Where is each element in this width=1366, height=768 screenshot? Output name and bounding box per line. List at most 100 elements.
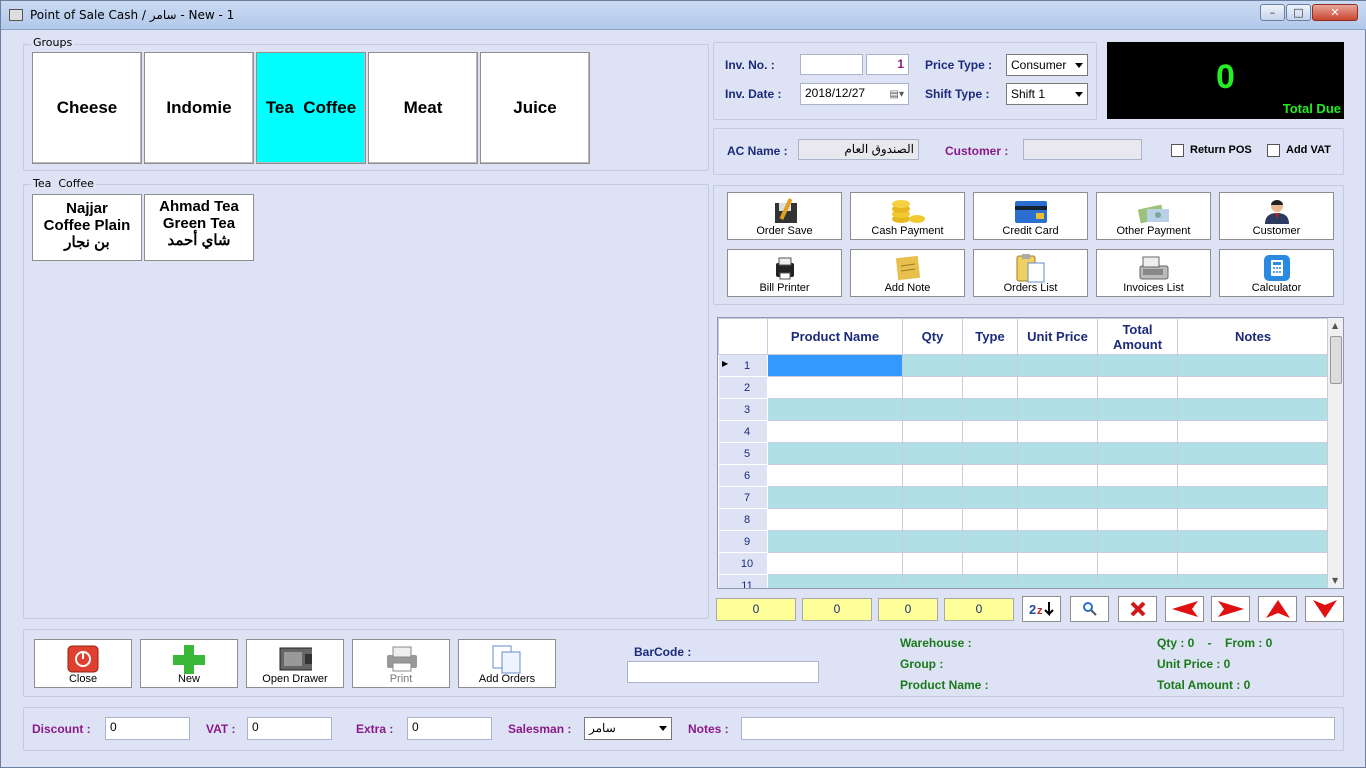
grid-cell[interactable] [767, 574, 903, 588]
column-header-unit-price[interactable]: Unit Price [1017, 318, 1098, 355]
grid-cell[interactable] [1177, 420, 1329, 443]
grid-cell[interactable] [962, 376, 1018, 399]
grid-cell[interactable] [962, 574, 1018, 588]
grid-cell[interactable] [1097, 574, 1178, 588]
credit-card-button[interactable]: Credit Card [973, 192, 1088, 240]
row-header[interactable]: 10 [718, 552, 768, 575]
grid-cell[interactable] [1177, 464, 1329, 487]
row-header[interactable]: 6 [718, 464, 768, 487]
row-header[interactable]: 4 [718, 420, 768, 443]
grid-cell[interactable] [962, 442, 1018, 465]
maximize-button[interactable]: □ [1286, 4, 1311, 21]
inv-date-picker[interactable]: 2018/12/27 ▤▾ [800, 83, 909, 105]
calendar-icon[interactable]: ▤▾ [890, 87, 904, 102]
scroll-up-icon[interactable]: ▲ [1332, 321, 1338, 330]
table-row[interactable]: 4 [718, 420, 1329, 443]
column-header-type[interactable]: Type [962, 318, 1018, 355]
grid-cell[interactable] [1097, 552, 1178, 575]
row-header[interactable]: 3 [718, 398, 768, 421]
group-button-meat[interactable]: Meat [368, 52, 478, 164]
order-save-button[interactable]: Order Save [727, 192, 842, 240]
grid-cell[interactable] [962, 508, 1018, 531]
grid-cell[interactable] [1097, 354, 1178, 377]
table-row[interactable]: 6 [718, 464, 1329, 487]
other-payment-button[interactable]: Other Payment [1096, 192, 1211, 240]
grid-cell[interactable] [1177, 508, 1329, 531]
table-row[interactable]: 9 [718, 530, 1329, 553]
grid-cell[interactable] [767, 486, 903, 509]
close-window-button[interactable]: ✕ [1312, 4, 1358, 21]
grid-cell[interactable] [1017, 420, 1098, 443]
table-row[interactable]: 2 [718, 376, 1329, 399]
delete-row-button[interactable] [1118, 596, 1157, 622]
grid-cell[interactable] [1017, 376, 1098, 399]
customer-button[interactable]: Customer [1219, 192, 1334, 240]
column-header-notes[interactable]: Notes [1177, 318, 1329, 355]
row-header[interactable]: 2 [718, 376, 768, 399]
grid-cell[interactable] [962, 552, 1018, 575]
inv-no-field[interactable]: 1 [866, 54, 909, 75]
grid-cell[interactable] [1097, 508, 1178, 531]
grid-cell[interactable] [962, 354, 1018, 377]
grid-cell[interactable] [1097, 420, 1178, 443]
grid-cell[interactable] [1017, 574, 1098, 588]
group-button-juice[interactable]: Juice [480, 52, 590, 164]
grid-cell[interactable] [1097, 486, 1178, 509]
order-grid[interactable]: Product Name Qty Type Unit Price Total A… [717, 317, 1344, 589]
grid-cell[interactable] [767, 420, 903, 443]
add-vat-checkbox[interactable] [1267, 144, 1280, 157]
grid-cell[interactable] [1017, 354, 1098, 377]
salesman-select[interactable]: سامر [584, 717, 672, 740]
extra-input[interactable]: 0 [407, 717, 492, 740]
grid-cell[interactable] [902, 354, 963, 377]
barcode-input[interactable] [627, 661, 819, 683]
grid-cell[interactable] [1177, 486, 1329, 509]
sort-button[interactable]: 2z [1022, 596, 1061, 622]
row-header[interactable]: 8 [718, 508, 768, 531]
grid-cell[interactable] [1017, 464, 1098, 487]
table-row[interactable]: ▶ 1 [718, 354, 1329, 377]
grid-cell[interactable] [767, 464, 903, 487]
table-row[interactable]: 7 [718, 486, 1329, 509]
group-button-tea-coffee[interactable]: Tea Coffee [256, 52, 366, 164]
grid-cell[interactable] [1177, 442, 1329, 465]
grid-cell[interactable] [962, 530, 1018, 553]
invoices-list-button[interactable]: Invoices List [1096, 249, 1211, 297]
row-header[interactable]: 11 [718, 574, 768, 588]
grid-cell[interactable] [902, 420, 963, 443]
grid-cell[interactable] [902, 574, 963, 588]
grid-cell[interactable] [1097, 398, 1178, 421]
grid-cell[interactable] [1177, 574, 1329, 588]
print-button[interactable]: Print [352, 639, 450, 688]
table-row[interactable]: 8 [718, 508, 1329, 531]
grid-cell[interactable] [1177, 398, 1329, 421]
grid-cell[interactable] [1017, 552, 1098, 575]
table-row[interactable]: 10 [718, 552, 1329, 575]
grid-cell[interactable] [1177, 552, 1329, 575]
scroll-thumb[interactable] [1330, 336, 1342, 384]
search-button[interactable] [1070, 596, 1109, 622]
scroll-down-icon[interactable]: ▼ [1332, 576, 1338, 585]
row-header[interactable]: 5 [718, 442, 768, 465]
grid-cell[interactable] [962, 420, 1018, 443]
row-header[interactable]: 7 [718, 486, 768, 509]
grid-cell[interactable] [902, 552, 963, 575]
minimize-button[interactable]: – [1260, 4, 1285, 21]
grid-cell[interactable] [962, 464, 1018, 487]
grid-cell[interactable] [1017, 442, 1098, 465]
bill-printer-button[interactable]: Bill Printer [727, 249, 842, 297]
grid-cell[interactable] [1097, 442, 1178, 465]
new-button[interactable]: New [140, 639, 238, 688]
grid-cell[interactable] [1017, 530, 1098, 553]
grid-cell[interactable] [962, 398, 1018, 421]
grid-cell[interactable] [902, 530, 963, 553]
column-header-qty[interactable]: Qty [902, 318, 963, 355]
move-up-button[interactable] [1258, 596, 1297, 622]
customer-field[interactable] [1023, 139, 1142, 160]
grid-cell[interactable] [1177, 354, 1329, 377]
grid-cell[interactable] [902, 486, 963, 509]
ac-name-field[interactable]: الصندوق العام [798, 139, 919, 160]
inv-no-prefix-field[interactable] [800, 54, 863, 75]
grid-cell[interactable] [767, 354, 903, 377]
group-button-indomie[interactable]: Indomie [144, 52, 254, 164]
